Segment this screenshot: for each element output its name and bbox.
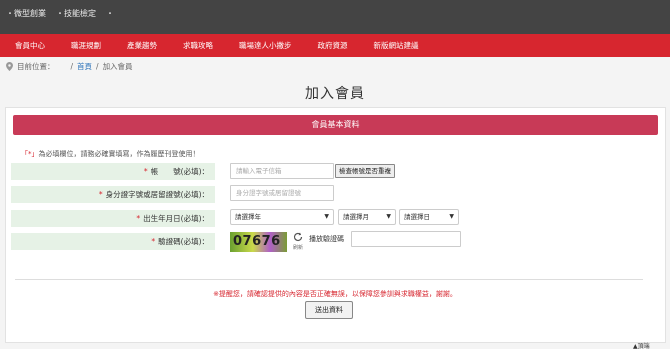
- chevron-down-icon: ▼: [386, 213, 391, 220]
- birth-month-select[interactable]: 請選擇月 ▼: [338, 209, 396, 225]
- nav-item-job-tips[interactable]: 求職攻略: [183, 40, 213, 51]
- top-link-skill-test[interactable]: ・技能檢定: [56, 8, 96, 19]
- required-notice: 「*」為必填欄位，請務必確實填寫，作為履歷刊登使用！: [21, 149, 200, 159]
- nav-item-site-feedback[interactable]: 新版網站建議: [374, 40, 419, 51]
- check-account-button[interactable]: 檢查帳號是否重複: [335, 164, 395, 178]
- top-link-more[interactable]: ・: [106, 8, 114, 19]
- breadcrumb-current: 加入會員: [102, 62, 133, 71]
- panel-header: 會員基本資料: [13, 115, 658, 135]
- account-label: * 帳 號(必填)：: [11, 163, 215, 180]
- back-to-top[interactable]: ▲頂端: [633, 341, 650, 349]
- captcha-input[interactable]: [351, 231, 461, 247]
- birth-day-select[interactable]: 請選擇日 ▼: [399, 209, 459, 225]
- breadcrumb-separator: /: [96, 62, 99, 71]
- breadcrumb: 目前位置： / 首頁 / 加入會員: [6, 61, 133, 72]
- nav-item-member-center[interactable]: 會員中心: [15, 40, 45, 51]
- id-label: * 身分證字號或居留證號(必填)：: [11, 186, 215, 203]
- main-nav: 會員中心 職涯規劃 產業趨勢 求職攻略 職場達人小撇步 政府資源 新版網站建議: [0, 34, 670, 57]
- captcha-image: 07676: [230, 232, 287, 252]
- breadcrumb-home-link[interactable]: 首頁: [77, 61, 92, 72]
- refresh-icon: [293, 232, 303, 242]
- id-input[interactable]: 身分證字號或居留證號: [230, 185, 334, 201]
- accuracy-warning: ※提醒您，請確認提供的內容是否正確無誤，以保障您參訓與求職權益，謝謝。: [213, 290, 457, 298]
- account-input[interactable]: 請輸入電子信箱: [230, 163, 334, 179]
- refresh-captcha-button[interactable]: 刷新: [292, 232, 304, 251]
- submit-button[interactable]: 送出資料: [305, 301, 353, 319]
- nav-item-industry-trends[interactable]: 產業趨勢: [127, 40, 157, 51]
- play-captcha-audio[interactable]: 播放驗證碼: [309, 234, 344, 244]
- breadcrumb-separator: /: [70, 62, 74, 71]
- form-divider: [15, 279, 643, 280]
- location-pin-icon: [6, 62, 13, 71]
- page-title: 加入會員: [305, 86, 365, 102]
- captcha-label: * 驗證碼(必填)：: [11, 233, 215, 250]
- birth-year-select[interactable]: 請選擇年 ▼: [230, 209, 334, 225]
- nav-item-gov-resources[interactable]: 政府資源: [318, 40, 348, 51]
- breadcrumb-label: 目前位置：: [17, 62, 55, 71]
- refresh-label: 刷新: [292, 245, 303, 251]
- nav-item-career-planning[interactable]: 職涯規劃: [71, 40, 101, 51]
- nav-item-workplace-tips[interactable]: 職場達人小撇步: [239, 40, 292, 51]
- top-utility-bar: ・微型創業 ・技能檢定 ・: [0, 0, 670, 34]
- chevron-down-icon: ▼: [324, 213, 329, 220]
- top-links: ・微型創業 ・技能檢定 ・: [6, 8, 114, 19]
- required-notice-text: 為必填欄位，請務必確實填寫，作為履歷刊登使用！: [38, 150, 200, 158]
- required-mark: 「*」: [21, 150, 39, 158]
- birth-label: * 出生年月日(必填)：: [11, 210, 215, 227]
- top-link-startup[interactable]: ・微型創業: [6, 8, 46, 19]
- chevron-down-icon: ▼: [449, 213, 454, 220]
